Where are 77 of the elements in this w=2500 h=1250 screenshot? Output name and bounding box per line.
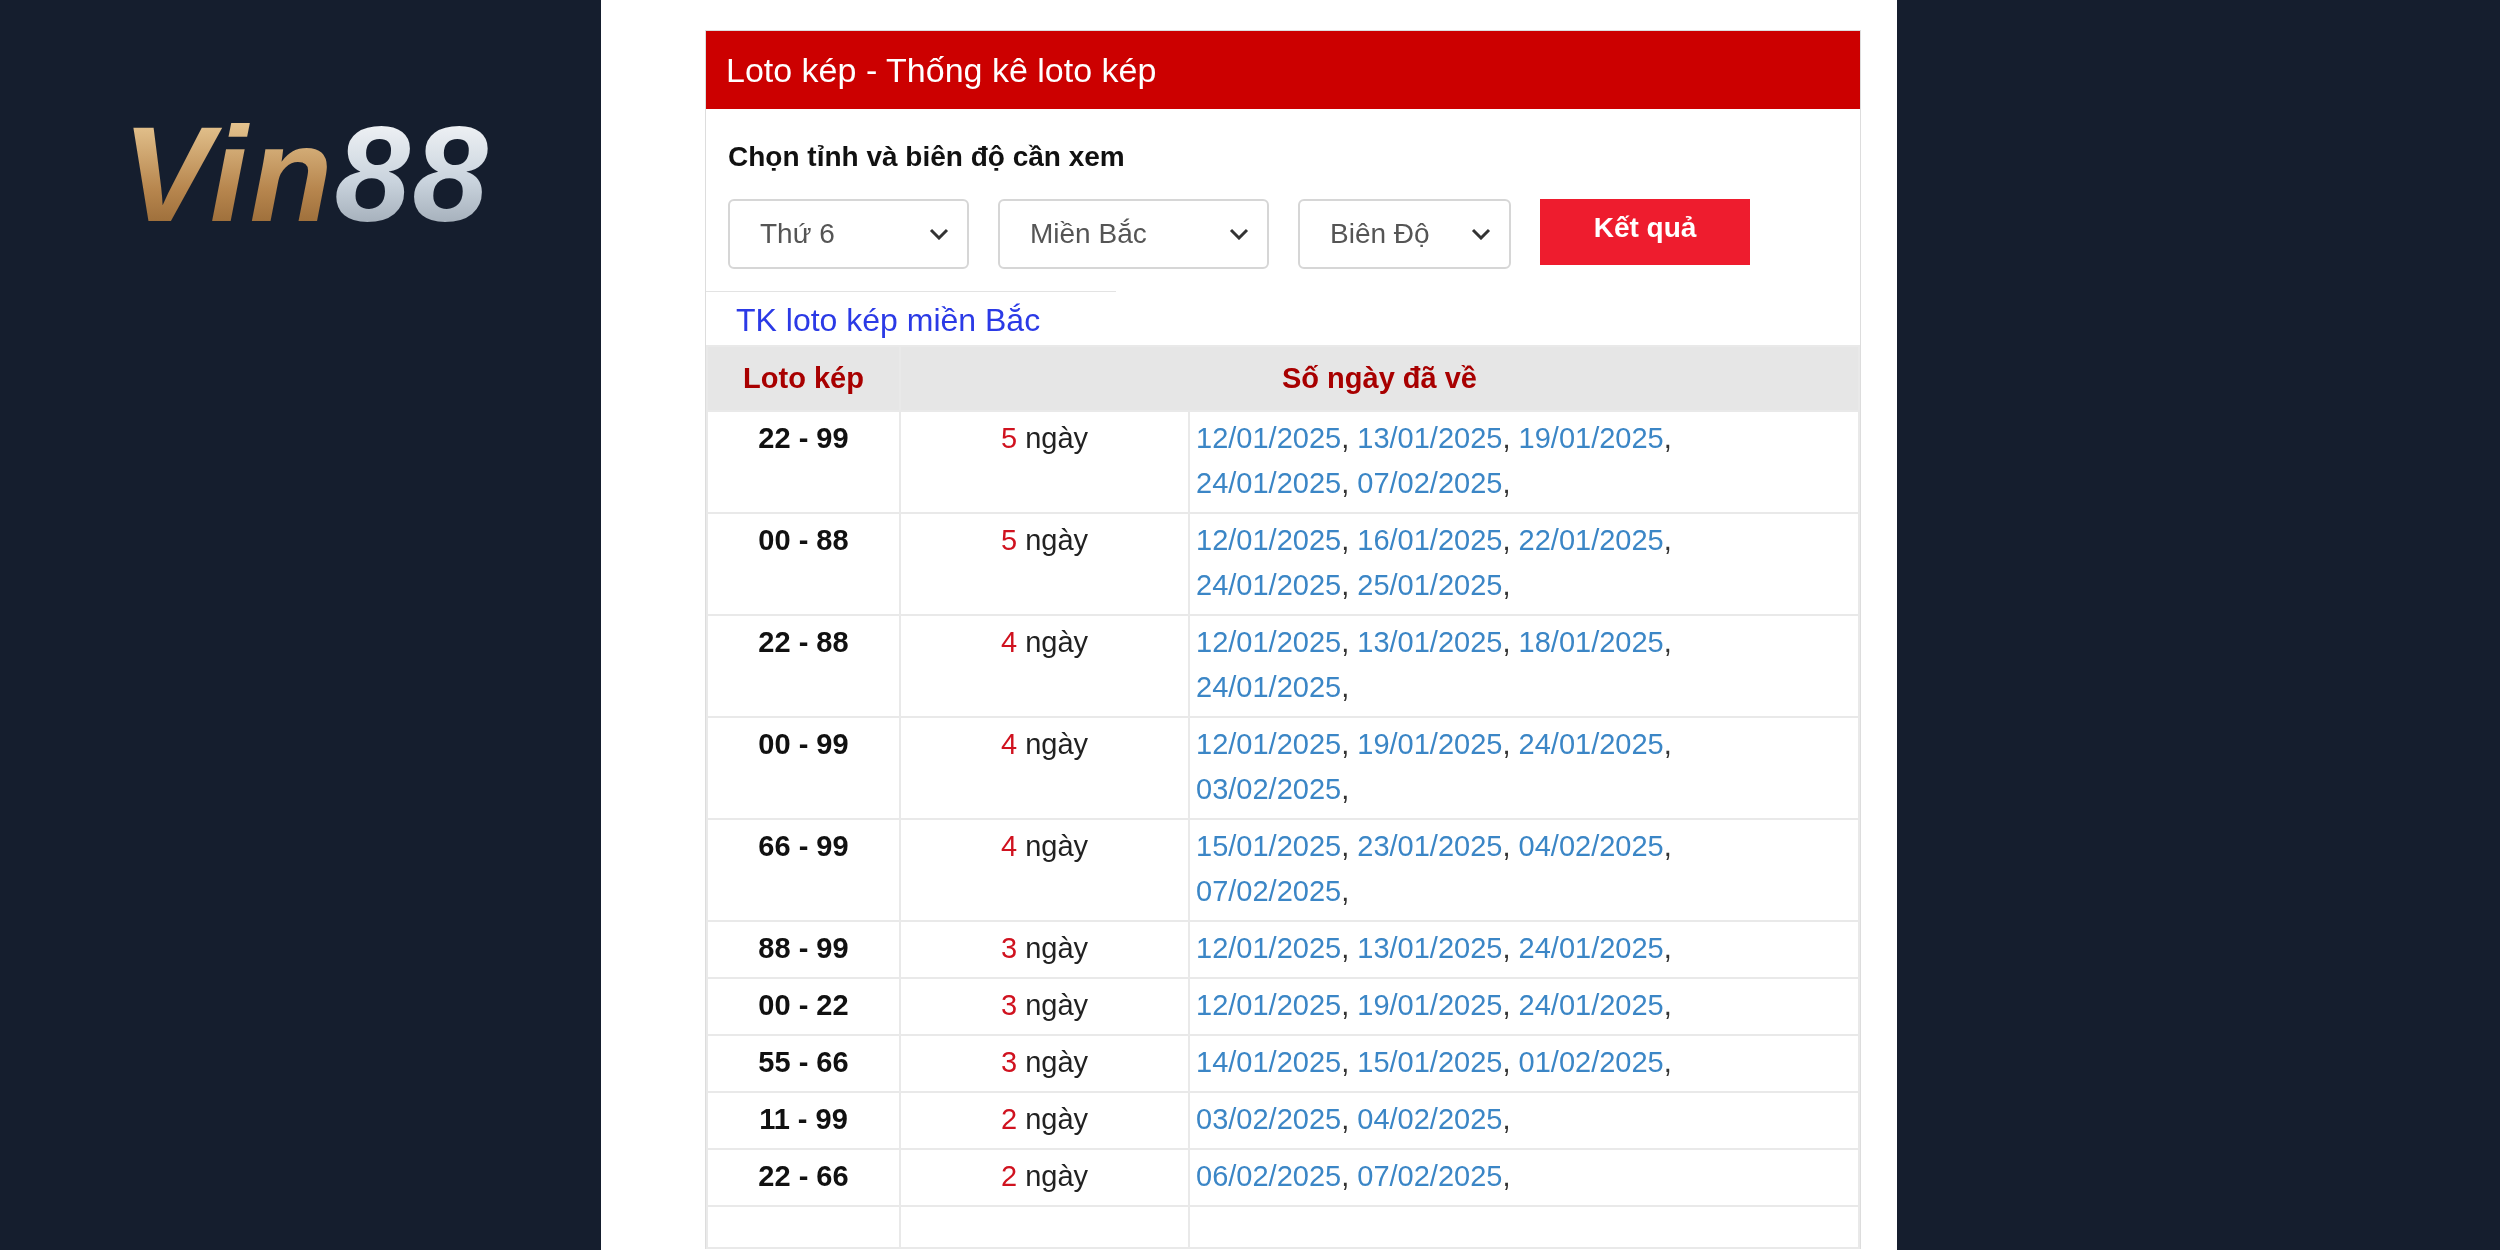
pair-cell: 00 - 88 [707, 513, 900, 615]
statistics-link[interactable]: TK loto kép miền Bắc [736, 302, 1041, 338]
pair-cell: 55 - 66 [707, 1035, 900, 1092]
dates-cell: 15/01/2025, 23/01/2025, 04/02/2025, 07/02/2025, [1189, 819, 1859, 921]
count-cell: 4 ngày [900, 615, 1189, 717]
date-link[interactable]: 19/01/2025 [1357, 728, 1503, 760]
filter-label: Chọn tỉnh và biên độ cần xem [727, 140, 1126, 173]
date-link[interactable]: 22/01/2025 [1518, 524, 1664, 556]
count-cell: 2 ngày [900, 1092, 1189, 1149]
dates-cell: 12/01/2025, 13/01/2025, 18/01/2025, 24/01/2025, [1189, 615, 1859, 717]
dropdown[interactable]: Miền Bắc [998, 199, 1269, 269]
date-link[interactable]: 12/01/2025 [1196, 524, 1342, 556]
date-link[interactable]: 04/02/2025 [1518, 830, 1664, 862]
pair-cell: 22 - 88 [707, 615, 900, 717]
card-title: Loto kép - Thống kê loto kép [706, 31, 1860, 109]
date-link[interactable]: 24/01/2025 [1196, 467, 1342, 499]
date-link[interactable]: 23/01/2025 [1357, 830, 1503, 862]
date-link[interactable]: 04/02/2025 [1357, 1103, 1503, 1135]
date-link[interactable]: 24/01/2025 [1518, 728, 1664, 760]
dates-cell: 12/01/2025, 19/01/2025, 24/01/2025, [1189, 978, 1859, 1035]
dates-cell: 14/01/2025, 15/01/2025, 01/02/2025, [1189, 1035, 1859, 1092]
dates-cell: 12/01/2025, 13/01/2025, 19/01/2025, 24/01/2025, 07/02/2025, [1189, 411, 1859, 513]
date-link[interactable]: 18/01/2025 [1518, 626, 1664, 658]
count-cell: 4 ngày [900, 717, 1189, 819]
pair-cell: 11 - 99 [707, 1092, 900, 1149]
date-link[interactable]: 15/01/2025 [1196, 830, 1342, 862]
count-cell: 5 ngày [900, 411, 1189, 513]
count-cell: 3 ngày [900, 1035, 1189, 1092]
date-link[interactable]: 16/01/2025 [1357, 524, 1503, 556]
date-link[interactable]: 03/02/2025 [1196, 1103, 1342, 1135]
date-link[interactable]: 24/01/2025 [1518, 932, 1664, 964]
date-link[interactable]: 03/02/2025 [1196, 773, 1342, 805]
date-link[interactable]: 13/01/2025 [1357, 422, 1503, 454]
pair-cell: 00 - 22 [707, 978, 900, 1035]
date-link[interactable]: 24/01/2025 [1196, 569, 1342, 601]
result-button[interactable]: Kết quả [1540, 199, 1750, 265]
date-link[interactable]: 19/01/2025 [1357, 989, 1503, 1021]
dates-cell: 03/02/2025, 04/02/2025, [1189, 1092, 1859, 1149]
date-link[interactable]: 07/02/2025 [1357, 1160, 1503, 1192]
pair-cell: 00 - 99 [707, 717, 900, 819]
pair-cell: 22 - 99 [707, 411, 900, 513]
date-link[interactable]: 19/01/2025 [1518, 422, 1664, 454]
date-link[interactable]: 01/02/2025 [1518, 1046, 1664, 1078]
dates-cell: 12/01/2025, 19/01/2025, 24/01/2025, 03/02/2025, [1189, 717, 1859, 819]
date-link[interactable]: 24/01/2025 [1518, 989, 1664, 1021]
date-link[interactable]: 06/02/2025 [1196, 1160, 1342, 1192]
date-link[interactable]: 15/01/2025 [1357, 1046, 1503, 1078]
pair-cell: 88 - 99 [707, 921, 900, 978]
pair-cell: 22 - 66 [707, 1149, 900, 1206]
dates-cell: 12/01/2025, 16/01/2025, 22/01/2025, 24/01/2025, 25/01/2025, [1189, 513, 1859, 615]
date-link[interactable]: 14/01/2025 [1196, 1046, 1342, 1078]
count-cell: 4 ngày [900, 819, 1189, 921]
count-cell: 2 ngày [900, 1149, 1189, 1206]
dropdown[interactable]: Biên Độ [1298, 199, 1511, 269]
pair-cell: 66 - 99 [707, 819, 900, 921]
date-link[interactable]: 13/01/2025 [1357, 626, 1503, 658]
dropdown[interactable]: Thứ 6 [728, 199, 969, 269]
dates-cell: 06/02/2025, 07/02/2025, [1189, 1149, 1859, 1206]
date-link[interactable]: 07/02/2025 [1357, 467, 1503, 499]
date-link[interactable]: 12/01/2025 [1196, 422, 1342, 454]
count-cell: 3 ngày [900, 978, 1189, 1035]
column-header: Loto kép [707, 346, 900, 411]
date-link[interactable]: 12/01/2025 [1196, 626, 1342, 658]
column-header: Số ngày đã về [900, 346, 1859, 411]
date-link[interactable]: 12/01/2025 [1196, 932, 1342, 964]
count-cell: 5 ngày [900, 513, 1189, 615]
count-cell: 3 ngày [900, 921, 1189, 978]
date-link[interactable]: 12/01/2025 [1196, 989, 1342, 1021]
date-link[interactable]: 07/02/2025 [1196, 875, 1342, 907]
date-link[interactable]: 12/01/2025 [1196, 728, 1342, 760]
chevron-down-icon [1229, 228, 1249, 240]
date-link[interactable]: 24/01/2025 [1196, 671, 1342, 703]
date-link[interactable]: 13/01/2025 [1357, 932, 1503, 964]
chevron-down-icon [1471, 228, 1491, 240]
dates-cell: 12/01/2025, 13/01/2025, 24/01/2025, [1189, 921, 1859, 978]
date-link[interactable]: 25/01/2025 [1357, 569, 1503, 601]
chevron-down-icon [929, 228, 949, 240]
